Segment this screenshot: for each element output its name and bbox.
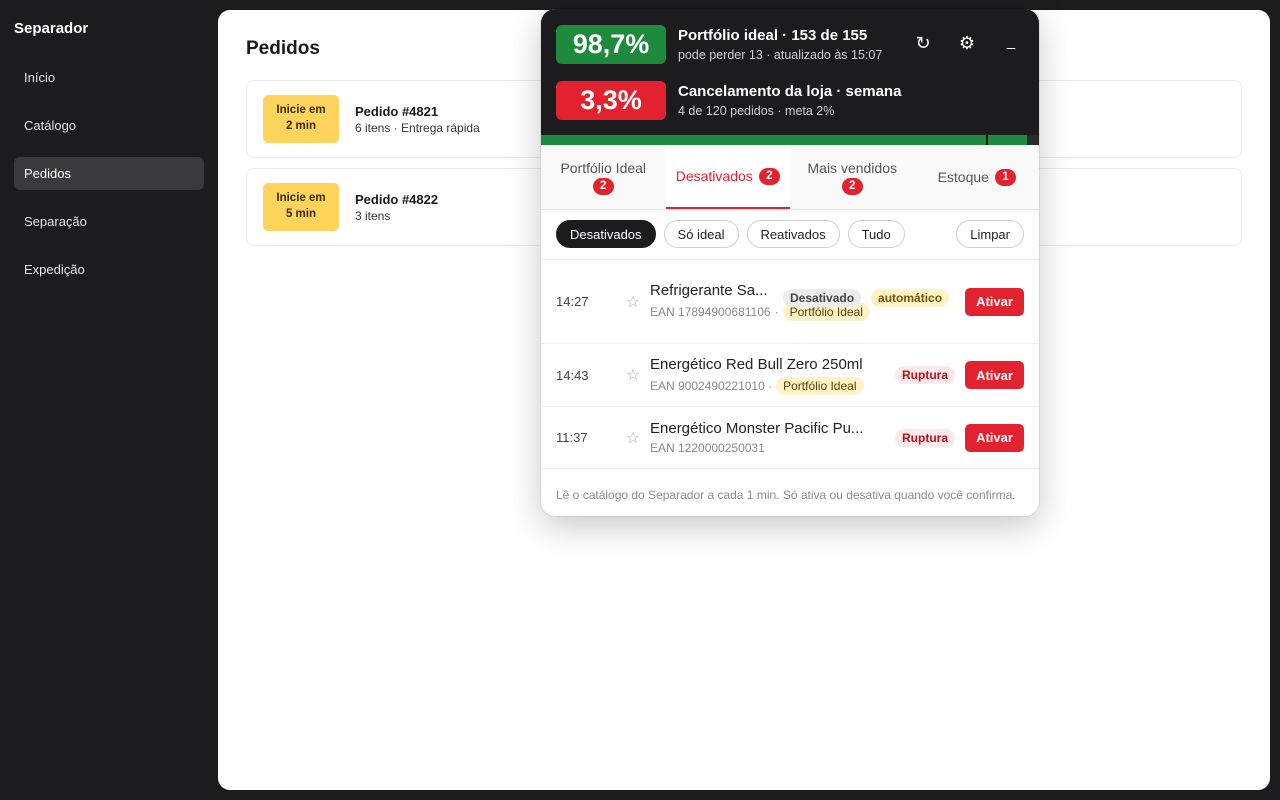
sidebar-item-pedidos[interactable]: Pedidos bbox=[14, 157, 204, 190]
sidebar-item-inicio[interactable]: Início bbox=[14, 61, 204, 94]
cancellation-metric-subtitle: 4 de 120 pedidos · meta 2% bbox=[678, 103, 835, 118]
minimize-icon[interactable]: _ bbox=[1001, 33, 1021, 54]
tab-portfolio-ideal[interactable]: Portfólio Ideal 2 bbox=[541, 145, 666, 209]
sidebar-item-expedicao[interactable]: Expedição bbox=[14, 253, 204, 286]
brand-title: Separador bbox=[14, 20, 89, 37]
product-meta: EAN 1220000250031 bbox=[650, 441, 895, 455]
refresh-icon[interactable]: ↻ bbox=[913, 33, 933, 54]
portfolio-metric-title: Portfólio ideal · 153 de 155 bbox=[678, 26, 868, 44]
tab-label: Mais vendidos bbox=[807, 159, 898, 176]
portfolio-percentage: 98,7% bbox=[556, 24, 666, 64]
product-ean: EAN 9002490221010 · bbox=[650, 378, 773, 393]
activate-button[interactable]: Ativar bbox=[965, 423, 1024, 452]
list-item: 14:43 ☆ Energético Red Bull Zero 250ml E… bbox=[541, 344, 1039, 407]
row-main: Energético Red Bull Zero 250ml EAN 90024… bbox=[650, 356, 895, 395]
filter-desativados[interactable]: Desativados bbox=[556, 220, 656, 248]
row-time: 11:37 bbox=[556, 430, 588, 445]
sidebar-item-separacao[interactable]: Separação bbox=[14, 205, 204, 238]
monitor-popup: 98,7% Portfólio ideal · 153 de 155 pode … bbox=[541, 9, 1039, 516]
product-meta: EAN 9002490221010 · Portfólio Ideal bbox=[650, 376, 895, 395]
product-name: Energético Monster Pacific Pu... bbox=[650, 420, 864, 437]
header-actions: ↻ ⚙ _ bbox=[913, 33, 1021, 54]
progress-fill bbox=[541, 135, 1027, 145]
portfolio-metric-subtitle: pode perder 13 · atualizado às 15:07 bbox=[678, 47, 883, 62]
tab-mais-vendidos[interactable]: Mais vendidos 2 bbox=[790, 145, 915, 209]
cancellation-metric-title: Cancelamento da loja · semana bbox=[678, 82, 902, 100]
portfolio-progress-bar bbox=[541, 135, 1039, 147]
gear-icon[interactable]: ⚙ bbox=[957, 33, 977, 54]
cancellation-metric-text: Cancelamento da loja · semana 4 de 120 p… bbox=[678, 83, 901, 118]
tab-label: Estoque bbox=[937, 169, 989, 185]
row-status-tags: Ruptura bbox=[895, 366, 955, 384]
status-badge: Desativado bbox=[783, 289, 862, 307]
order-info: Pedido #4822 3 itens bbox=[355, 192, 438, 223]
popup-tabs: Portfólio Ideal 2 Desativados 2 Mais ven… bbox=[541, 145, 1039, 210]
order-subtitle: 3 itens bbox=[355, 208, 391, 223]
cancellation-metric: 3,3% Cancelamento da loja · semana 4 de … bbox=[556, 80, 1024, 120]
star-icon[interactable]: ☆ bbox=[616, 292, 650, 312]
status-badge: Ruptura bbox=[895, 366, 955, 384]
filter-reativados[interactable]: Reativados bbox=[746, 220, 840, 248]
badge-time: 2 min bbox=[285, 120, 317, 132]
status-badge: Ruptura bbox=[895, 428, 955, 447]
product-name: Energético Red Bull Zero 250ml bbox=[650, 355, 863, 373]
portfolio-tag: Portfólio Ideal bbox=[776, 376, 864, 395]
list-item: 11:37 ☆ Energético Monster Pacific Pu...… bbox=[541, 407, 1039, 469]
meta-separator: · bbox=[774, 305, 779, 319]
activate-button[interactable]: Ativar bbox=[965, 287, 1024, 316]
filter-chips: Desativados Só ideal Reativados Tudo Lim… bbox=[556, 220, 1024, 248]
start-time-badge: Inicie em 5 min bbox=[263, 183, 339, 231]
order-subtitle: 6 itens · Entrega rápida bbox=[355, 120, 480, 135]
badge-label: Inicie em bbox=[276, 104, 326, 117]
activate-button[interactable]: Ativar bbox=[965, 361, 1024, 389]
product-list: 14:27 ☆ Refrigerante Sa... EAN 178949006… bbox=[541, 259, 1039, 469]
row-time: 14:27 bbox=[556, 294, 589, 309]
order-title: Pedido #4822 bbox=[355, 191, 439, 207]
cancellation-percentage: 3,3% bbox=[556, 80, 666, 120]
row-status-tags: Ruptura bbox=[895, 428, 955, 447]
row-status-tags: Desativado automático bbox=[783, 289, 950, 307]
badge-label: Inicie em bbox=[276, 192, 326, 205]
count-badge: 1 bbox=[994, 168, 1016, 186]
sidebar: Separador Início Catálogo Pedidos Separa… bbox=[0, 0, 218, 800]
portfolio-metric-text: Portfólio ideal · 153 de 155 pode perder… bbox=[678, 27, 882, 62]
star-icon[interactable]: ☆ bbox=[616, 365, 650, 385]
tab-label: Desativados bbox=[675, 168, 753, 184]
popup-header: 98,7% Portfólio ideal · 153 de 155 pode … bbox=[541, 9, 1039, 135]
count-badge: 2 bbox=[841, 177, 863, 195]
count-badge: 2 bbox=[592, 177, 614, 195]
footer-note: Lê o catálogo do Separador a cada 1 min.… bbox=[556, 488, 1016, 502]
badge-time: 5 min bbox=[285, 208, 317, 220]
list-item: 14:27 ☆ Refrigerante Sa... EAN 178949006… bbox=[541, 260, 1039, 344]
order-info: Pedido #4821 6 itens · Entrega rápida bbox=[355, 104, 480, 135]
order-title: Pedido #4821 bbox=[355, 103, 439, 119]
sidebar-item-catalogo[interactable]: Catálogo bbox=[14, 109, 204, 142]
auto-badge: automático bbox=[871, 289, 950, 307]
filter-tudo[interactable]: Tudo bbox=[847, 220, 905, 248]
filter-so-ideal[interactable]: Só ideal bbox=[663, 220, 739, 248]
start-time-badge: Inicie em 2 min bbox=[263, 95, 339, 143]
tab-estoque[interactable]: Estoque 1 bbox=[915, 145, 1040, 209]
star-icon[interactable]: ☆ bbox=[616, 428, 650, 448]
product-ean: EAN 1220000250031 bbox=[650, 441, 765, 455]
tab-desativados[interactable]: Desativados 2 bbox=[665, 145, 790, 209]
clear-button[interactable]: Limpar bbox=[956, 220, 1024, 248]
tab-label: Portfólio Ideal bbox=[560, 159, 647, 176]
row-main: Energético Monster Pacific Pu... EAN 122… bbox=[650, 420, 895, 455]
row-time: 14:43 bbox=[556, 367, 589, 383]
count-badge: 2 bbox=[758, 167, 780, 185]
product-ean: EAN 17894900681106 bbox=[650, 305, 771, 319]
